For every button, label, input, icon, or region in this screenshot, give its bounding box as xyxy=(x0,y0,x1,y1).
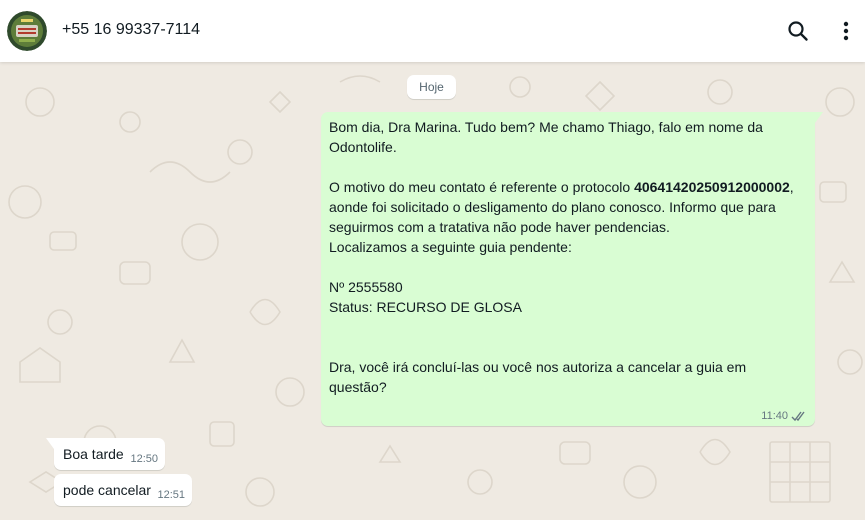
outgoing-message-text: Bom dia, Dra Marina. Tudo bem? Me chamo … xyxy=(329,117,799,397)
incoming-message[interactable]: pode cancelar 12:51 xyxy=(54,474,192,506)
search-icon[interactable] xyxy=(785,18,811,44)
incoming-message-text: Boa tarde xyxy=(63,446,124,462)
business-logo-icon xyxy=(7,11,47,51)
incoming-message[interactable]: Boa tarde 12:50 xyxy=(46,438,165,470)
chat-header: +55 16 99337-7114 xyxy=(0,0,865,62)
message-text: O motivo do meu contato é referente o pr… xyxy=(329,179,635,195)
guide-status: Status: RECURSO DE GLOSA xyxy=(329,299,522,315)
protocol-number: 40641420250912000002 xyxy=(634,179,790,195)
contact-name[interactable]: +55 16 99337-7114 xyxy=(62,21,200,39)
chat-area[interactable]: Hoje Bom dia, Dra Marina. Tudo bem? Me c… xyxy=(0,62,865,520)
message-time: 12:50 xyxy=(130,453,158,465)
message-meta: 11:40 xyxy=(761,410,807,422)
message-paragraph: Dra, você irá concluí-las ou você nos au… xyxy=(329,359,747,395)
bubble-tail xyxy=(815,112,823,123)
bubble-tail xyxy=(46,438,54,449)
guide-number: Nº 2555580 xyxy=(329,279,403,295)
kebab-menu-icon[interactable] xyxy=(833,18,859,44)
outgoing-message[interactable]: Bom dia, Dra Marina. Tudo bem? Me chamo … xyxy=(321,112,823,426)
message-time: 12:51 xyxy=(157,489,185,501)
message-paragraph: O motivo do meu contato é referente o pr… xyxy=(329,177,799,237)
message-time: 11:40 xyxy=(761,410,788,422)
date-separator: Hoje xyxy=(407,75,456,99)
incoming-message-text: pode cancelar xyxy=(63,482,151,498)
message-paragraph: Bom dia, Dra Marina. Tudo bem? Me chamo … xyxy=(329,119,763,155)
contact-avatar[interactable] xyxy=(7,11,47,51)
double-check-read-icon xyxy=(791,411,805,421)
message-paragraph: Localizamos a seguinte guia pendente: xyxy=(329,239,572,255)
